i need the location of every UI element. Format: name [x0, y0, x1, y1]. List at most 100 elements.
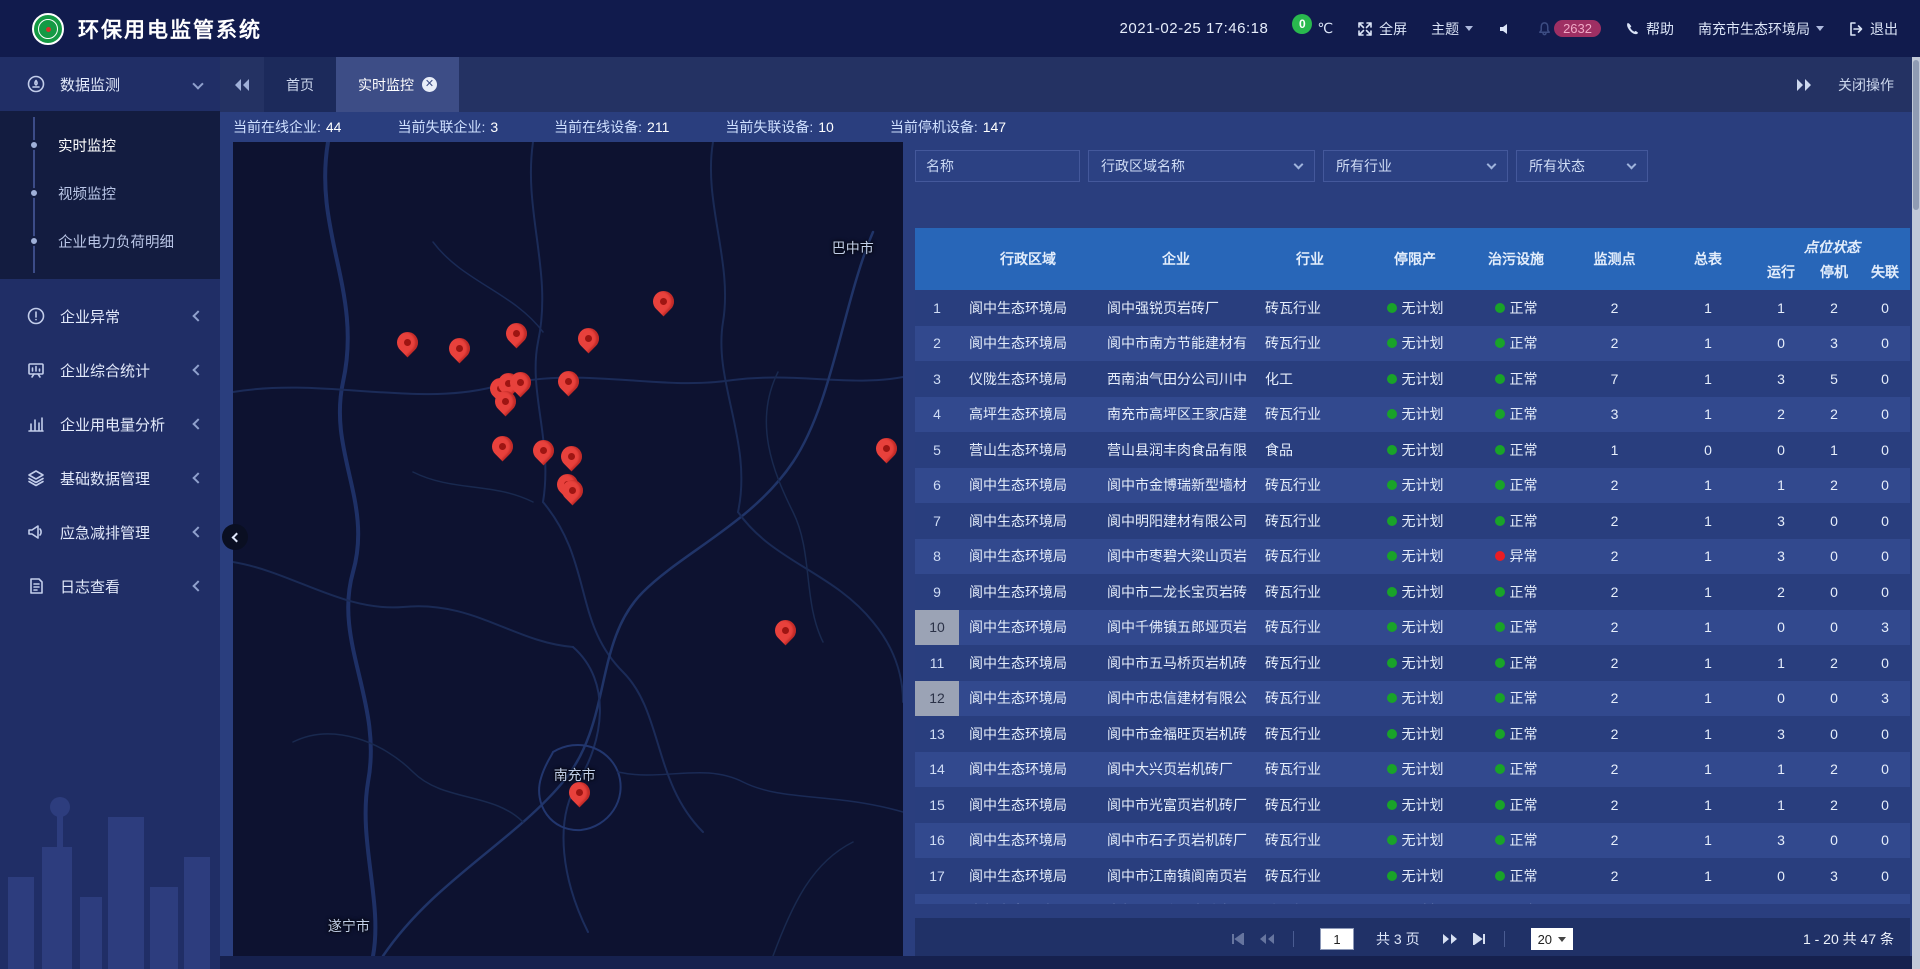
cell-facility-status: 正常 — [1465, 716, 1567, 752]
sidebar-item-enterprise-stats[interactable]: 企业综合统计 — [0, 343, 220, 397]
help-button[interactable]: 帮助 — [1625, 19, 1674, 39]
tab-close-icon[interactable]: ✕ — [422, 77, 437, 92]
theme-dropdown[interactable]: 主题 — [1431, 19, 1473, 39]
status-dot — [1387, 445, 1397, 455]
cell-monitor-count: 2 — [1567, 574, 1662, 610]
sidebar-item-data-monitor[interactable]: 数据监测 — [0, 57, 220, 111]
close-operations-button[interactable]: 关闭操作 — [1838, 75, 1894, 95]
industry-filter-select[interactable]: 所有行业 — [1323, 150, 1508, 182]
table-row[interactable]: 2 阆中生态环境局 阆中市南方节能建材有 砖瓦行业 无计划 正常 2 1 0 3… — [915, 326, 1910, 362]
status-dot — [1495, 374, 1505, 384]
sidebar-item-enterprise-abnormal[interactable]: 企业异常 — [0, 289, 220, 343]
cell-run-count: 0 — [1754, 326, 1808, 362]
cell-facility-status: 异常 — [1465, 539, 1567, 575]
cell-stop-count: 0 — [1808, 716, 1860, 752]
divider — [1293, 931, 1294, 947]
stat-online-enterprises: 当前在线企业:44 — [233, 117, 341, 137]
cell-monitor-count: 2 — [1567, 645, 1662, 681]
table-row[interactable]: 10 阆中生态环境局 阆中千佛镇五郎垭页岩 砖瓦行业 无计划 正常 2 1 0 … — [915, 610, 1910, 646]
bullet-icon — [29, 140, 39, 150]
tab-realtime-monitor[interactable]: 实时监控 ✕ — [336, 57, 459, 112]
cell-enterprise: 阆中强锐页岩砖厂 — [1097, 290, 1255, 326]
cell-enterprise: 阆中市金福旺页岩机砖 — [1097, 716, 1255, 752]
divider — [1504, 931, 1505, 947]
scrollbar-thumb[interactable] — [1913, 60, 1919, 210]
cell-run-count: 0 — [1754, 894, 1808, 905]
temperature-badge: 0 — [1292, 14, 1312, 34]
sound-button[interactable] — [1497, 21, 1513, 37]
page-number-input[interactable] — [1320, 928, 1354, 950]
notifications[interactable]: 2632 — [1537, 20, 1601, 37]
cell-monitor-count: 2 — [1567, 858, 1662, 894]
table-row[interactable]: 1 阆中生态环境局 阆中强锐页岩砖厂 砖瓦行业 无计划 正常 2 1 1 2 0 — [915, 290, 1910, 326]
table-row[interactable]: 18 南部生态环境局 南部县双峰页岩砖有限 砖瓦行业 无计划 正常 2 1 0 … — [915, 894, 1910, 905]
cell-monitor-count: 2 — [1567, 610, 1662, 646]
cell-stop-count: 2 — [1808, 787, 1860, 823]
table-row[interactable]: 17 阆中生态环境局 阆中市江南镇阆南页岩 砖瓦行业 无计划 正常 2 1 0 … — [915, 858, 1910, 894]
cell-enterprise: 阆中市金博瑞新型墙材 — [1097, 468, 1255, 504]
cell-limit-status: 无计划 — [1365, 290, 1465, 326]
cell-enterprise: 阆中市江南镇阆南页岩 — [1097, 858, 1255, 894]
cell-lost-count: 0 — [1860, 361, 1910, 397]
table-row[interactable]: 14 阆中生态环境局 阆中大兴页岩机砖厂 砖瓦行业 无计划 正常 2 1 1 2… — [915, 752, 1910, 788]
table-row[interactable]: 12 阆中生态环境局 阆中市忠信建材有限公 砖瓦行业 无计划 正常 2 1 0 … — [915, 681, 1910, 717]
row-number: 16 — [915, 823, 959, 859]
stat-online-devices: 当前在线设备:211 — [554, 117, 669, 137]
page-scrollbar[interactable] — [1912, 57, 1920, 969]
cell-region: 南部生态环境局 — [959, 894, 1097, 905]
cell-meter-count: 1 — [1662, 858, 1754, 894]
table-row[interactable]: 16 阆中生态环境局 阆中市石子页岩机砖厂 砖瓦行业 无计划 正常 2 1 3 … — [915, 823, 1910, 859]
sidebar-item-video-monitor[interactable]: 视频监控 — [0, 169, 220, 217]
region-filter-select[interactable]: 行政区域名称 — [1088, 150, 1315, 182]
stat-lost-devices: 当前失联设备:10 — [725, 117, 833, 137]
sidebar-collapse-button[interactable] — [222, 524, 248, 550]
sidebar-item-base-data[interactable]: 基础数据管理 — [0, 451, 220, 505]
cell-run-count: 2 — [1754, 397, 1808, 433]
table-row[interactable]: 13 阆中生态环境局 阆中市金福旺页岩机砖 砖瓦行业 无计划 正常 2 1 3 … — [915, 716, 1910, 752]
cell-limit-status: 无计划 — [1365, 823, 1465, 859]
table-row[interactable]: 3 仪陇生态环境局 西南油气田分公司川中 化工 无计划 正常 7 1 3 5 0 — [915, 361, 1910, 397]
map-panel[interactable]: 巴中市南充市遂宁市 — [233, 142, 903, 956]
prev-page-button[interactable] — [1259, 933, 1275, 945]
tab-home[interactable]: 首页 — [264, 57, 336, 112]
sidebar-item-label: 数据监测 — [60, 74, 180, 95]
sidebar-item-emergency-reduction[interactable]: 应急减排管理 — [0, 505, 220, 559]
status-filter-select[interactable]: 所有状态 — [1516, 150, 1648, 182]
sidebar-item-realtime-monitor[interactable]: 实时监控 — [0, 121, 220, 169]
cell-facility-status: 正常 — [1465, 610, 1567, 646]
last-page-button[interactable] — [1472, 933, 1486, 945]
first-page-button[interactable] — [1231, 933, 1245, 945]
table-row[interactable]: 11 阆中生态环境局 阆中市五马桥页岩机砖 砖瓦行业 无计划 正常 2 1 1 … — [915, 645, 1910, 681]
name-filter-input[interactable] — [915, 150, 1080, 182]
org-dropdown[interactable]: 南充市生态环境局 — [1698, 19, 1824, 39]
table-row[interactable]: 4 高坪生态环境局 南充市高坪区王家店建 砖瓦行业 无计划 正常 3 1 2 2… — [915, 397, 1910, 433]
fullscreen-button[interactable]: 全屏 — [1357, 19, 1407, 39]
cell-limit-status: 无计划 — [1365, 858, 1465, 894]
row-number: 4 — [915, 397, 959, 433]
sidebar-item-logs[interactable]: 日志查看 — [0, 559, 220, 613]
cell-industry: 砖瓦行业 — [1255, 468, 1365, 504]
presentation-chart-icon — [26, 360, 46, 380]
cell-lost-count: 0 — [1860, 397, 1910, 433]
sidebar-item-power-load-detail[interactable]: 企业电力负荷明细 — [0, 217, 220, 265]
sidebar-item-power-analysis[interactable]: 企业用电量分析 — [0, 397, 220, 451]
chevron-left-icon — [192, 472, 203, 483]
topbar-actions: 2021-02-25 17:46:18 0 ℃ 全屏 主题 2632 — [1120, 19, 1920, 39]
cell-enterprise: 阆中市南方节能建材有 — [1097, 326, 1255, 362]
logout-button[interactable]: 退出 — [1848, 19, 1898, 39]
tabs-scroll-left-button[interactable] — [220, 57, 264, 112]
double-chevron-right-icon[interactable] — [1796, 78, 1812, 92]
cell-industry: 砖瓦行业 — [1255, 823, 1365, 859]
table-row[interactable]: 9 阆中生态环境局 阆中市二龙长宝页岩砖 砖瓦行业 无计划 正常 2 1 2 0… — [915, 574, 1910, 610]
table-row[interactable]: 5 营山生态环境局 营山县润丰肉食品有限 食品 无计划 正常 1 0 0 1 0 — [915, 432, 1910, 468]
cell-stop-count: 2 — [1808, 468, 1860, 504]
cell-meter-count: 1 — [1662, 716, 1754, 752]
table-row[interactable]: 7 阆中生态环境局 阆中明阳建材有限公司 砖瓦行业 无计划 正常 2 1 3 0… — [915, 503, 1910, 539]
table-row[interactable]: 15 阆中生态环境局 阆中市光富页岩机砖厂 砖瓦行业 无计划 正常 2 1 1 … — [915, 787, 1910, 823]
page-size-select[interactable]: 20 — [1531, 928, 1573, 950]
next-page-button[interactable] — [1442, 933, 1458, 945]
cell-run-count: 3 — [1754, 361, 1808, 397]
table-row[interactable]: 8 阆中生态环境局 阆中市枣碧大梁山页岩 砖瓦行业 无计划 异常 2 1 3 0… — [915, 539, 1910, 575]
table-row[interactable]: 6 阆中生态环境局 阆中市金博瑞新型墙材 砖瓦行业 无计划 正常 2 1 1 2… — [915, 468, 1910, 504]
bullet-icon — [29, 188, 39, 198]
